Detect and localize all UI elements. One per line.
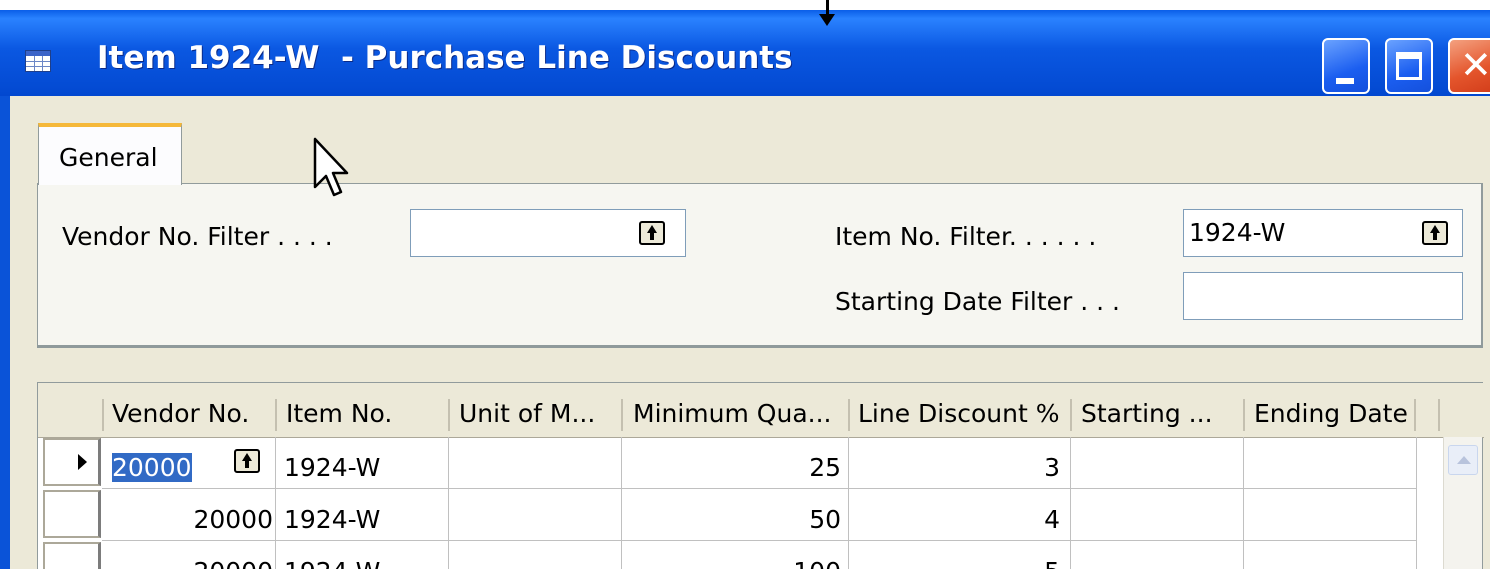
cell-vendor-no[interactable]: 20000 <box>193 557 273 569</box>
column-header-vendor-no[interactable]: Vendor No. <box>112 399 249 428</box>
cell-minimum-quantity[interactable]: 25 <box>809 453 841 482</box>
minimize-button[interactable] <box>1322 38 1370 94</box>
title-bar[interactable]: Item 1924-W - Purchase Line Discounts ✕ <box>0 10 1490 96</box>
lookup-arrow-icon[interactable] <box>1422 221 1448 245</box>
drag-arrow-indicator <box>819 0 835 26</box>
vendor-no-filter-label: Vendor No. Filter . . . . <box>62 222 333 251</box>
item-no-filter-field[interactable]: 1924-W <box>1183 209 1463 257</box>
lookup-arrow-icon[interactable] <box>639 221 665 245</box>
cell-line-discount-pct[interactable]: 4 <box>1044 505 1060 534</box>
purchase-line-discounts-window: Item 1924-W - Purchase Line Discounts ✕ … <box>0 0 1490 569</box>
row-selector[interactable] <box>43 438 101 486</box>
scroll-up-button[interactable] <box>1448 445 1478 475</box>
cell-line-discount-pct[interactable]: 5 <box>1044 557 1060 569</box>
window-border <box>0 96 10 569</box>
lookup-arrow-icon[interactable] <box>234 449 260 473</box>
minimize-icon <box>1336 78 1354 84</box>
maximize-button[interactable] <box>1385 38 1433 94</box>
starting-date-filter-field[interactable] <box>1183 272 1463 320</box>
cell-minimum-quantity[interactable]: 50 <box>809 505 841 534</box>
general-panel: Vendor No. Filter . . . . Item No. Filte… <box>37 183 1483 348</box>
vendor-no-filter-field[interactable] <box>410 209 686 257</box>
column-header-unit-of-measure[interactable]: Unit of M... <box>459 399 595 428</box>
mouse-cursor-icon <box>313 137 349 197</box>
column-header-line-discount-pct[interactable]: Line Discount % <box>858 399 1060 428</box>
table-window-icon[interactable] <box>25 50 51 72</box>
cell-item-no[interactable]: 1924-W <box>284 557 380 569</box>
discount-lines-table: Vendor No. Item No. Unit of M... Minimum… <box>37 382 1484 569</box>
cell-vendor-no[interactable]: 20000 <box>112 453 192 482</box>
vertical-scrollbar[interactable] <box>1443 437 1482 569</box>
column-header-ending-date[interactable]: Ending Date <box>1254 399 1408 428</box>
item-no-filter-value: 1924-W <box>1189 218 1286 247</box>
cell-item-no[interactable]: 1924-W <box>284 505 380 534</box>
row-selector[interactable] <box>43 490 101 538</box>
item-no-filter-label: Item No. Filter. . . . . . <box>835 222 1097 251</box>
cell-line-discount-pct[interactable]: 3 <box>1044 453 1060 482</box>
cell-vendor-no[interactable]: 20000 <box>193 505 273 534</box>
close-button[interactable]: ✕ <box>1448 38 1490 94</box>
column-header-starting-date[interactable]: Starting ... <box>1081 399 1213 428</box>
tab-general-label: General <box>59 143 158 172</box>
cell-item-no[interactable]: 1924-W <box>284 453 380 482</box>
column-header-minimum-quantity[interactable]: Minimum Qua... <box>633 399 832 428</box>
close-icon: ✕ <box>1460 43 1490 87</box>
starting-date-filter-label: Starting Date Filter . . . <box>835 287 1120 316</box>
table-header: Vendor No. Item No. Unit of M... Minimum… <box>38 383 1484 438</box>
cell-minimum-quantity[interactable]: 100 <box>793 557 841 569</box>
window-title: Item 1924-W - Purchase Line Discounts <box>97 40 793 76</box>
row-pointer-icon <box>78 454 87 470</box>
column-header-item-no[interactable]: Item No. <box>286 399 392 428</box>
maximize-icon <box>1396 52 1422 80</box>
tab-general[interactable]: General <box>38 123 182 185</box>
row-selector[interactable] <box>43 542 101 569</box>
